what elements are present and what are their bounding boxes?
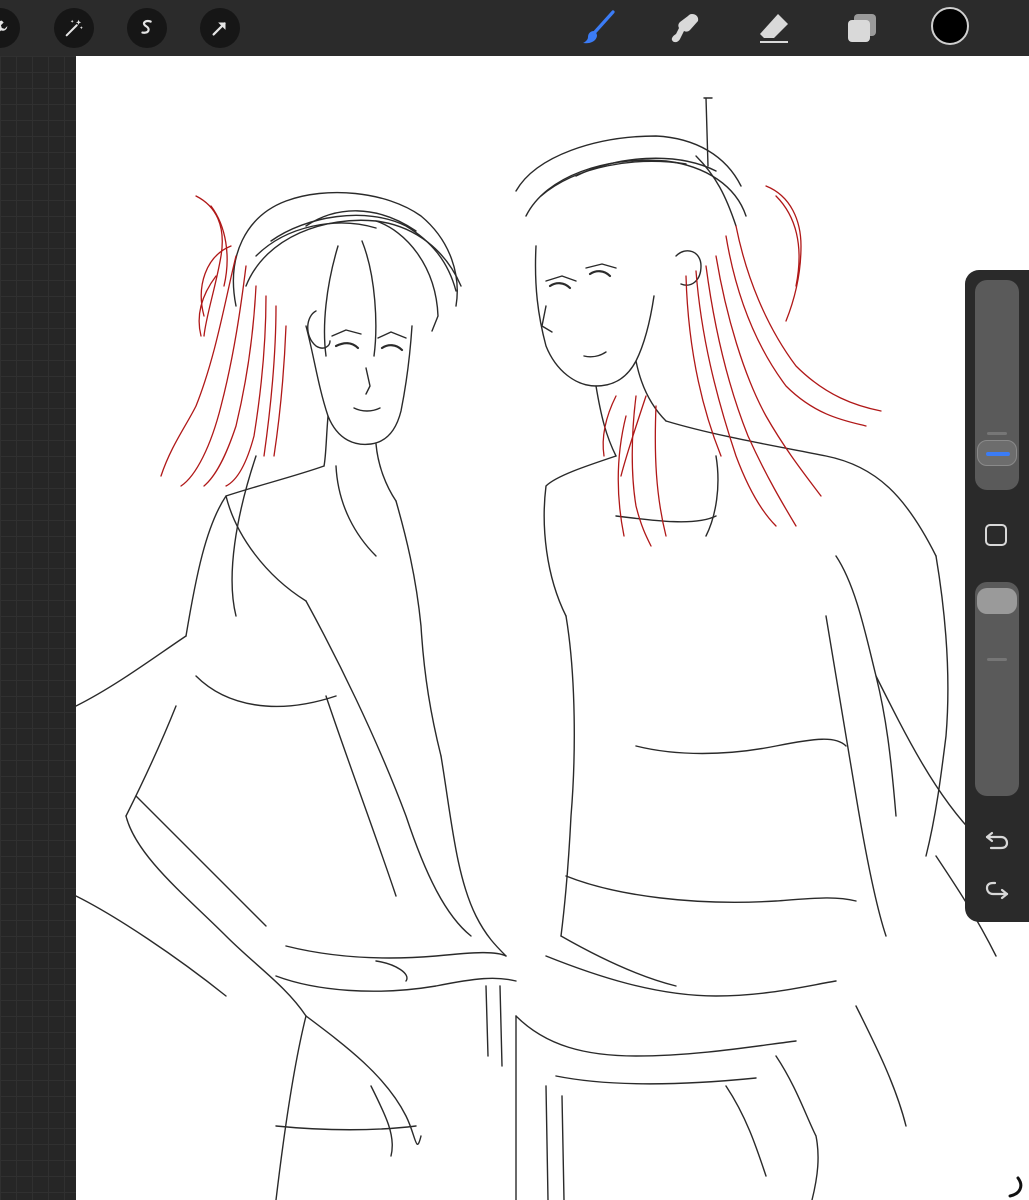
- brush-icon[interactable]: [579, 8, 619, 48]
- brush-size-handle[interactable]: [977, 440, 1017, 466]
- selection-icon[interactable]: [127, 8, 167, 48]
- undo-icon[interactable]: [983, 824, 1011, 852]
- magic-wand-icon[interactable]: [54, 8, 94, 48]
- brush-size-slider[interactable]: [975, 280, 1019, 490]
- smudge-icon[interactable]: [666, 8, 706, 48]
- top-toolbar: [0, 0, 1029, 57]
- eraser-icon[interactable]: [754, 8, 794, 48]
- brush-sidebar: [965, 270, 1029, 922]
- redo-icon[interactable]: [983, 876, 1011, 904]
- opacity-slider[interactable]: [975, 582, 1019, 796]
- transform-arrow-icon[interactable]: [200, 8, 240, 48]
- opacity-handle[interactable]: [977, 588, 1017, 614]
- layers-icon[interactable]: [842, 8, 882, 48]
- sketch-artwork: [76, 97, 1023, 1200]
- modifier-square-icon[interactable]: [985, 524, 1007, 546]
- current-color-swatch[interactable]: [931, 7, 969, 45]
- drawing-canvas[interactable]: [76, 56, 1029, 1200]
- opacity-tick: [987, 658, 1007, 661]
- workspace-background: [0, 56, 76, 1200]
- size-tick: [987, 432, 1007, 435]
- wrench-icon[interactable]: [0, 8, 20, 48]
